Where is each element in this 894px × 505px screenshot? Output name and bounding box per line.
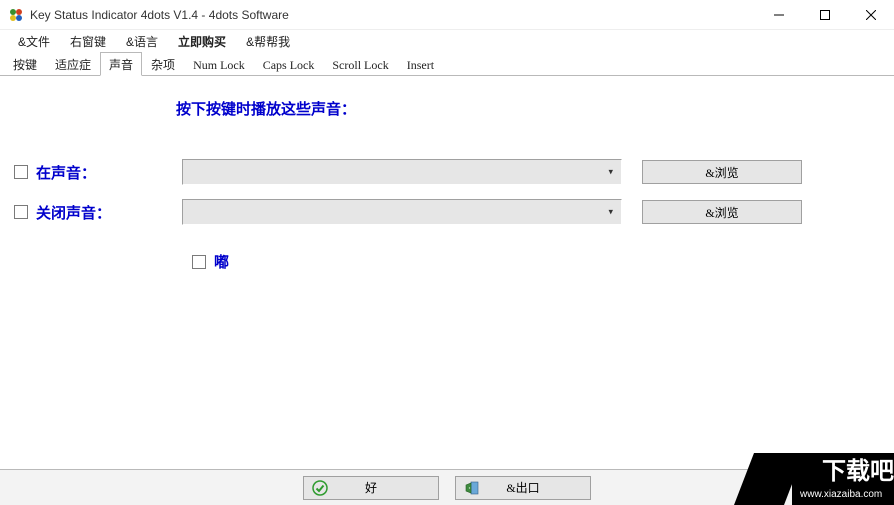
combo-off-sound[interactable]: ▾ (182, 199, 622, 225)
titlebar: Key Status Indicator 4dots V1.4 - 4dots … (0, 0, 894, 30)
app-icon (8, 7, 24, 23)
tab-sound[interactable]: 声音 (100, 52, 142, 76)
browse-label: &浏览 (705, 204, 738, 221)
row-off-sound: 关闭声音： ▾ &浏览 (16, 199, 878, 225)
label-on-sound: 在声音： (36, 162, 176, 183)
tab-insert[interactable]: Insert (398, 54, 443, 75)
tab-pane-sound: 按下按键时播放这些声音： 在声音： ▾ &浏览 关闭声音： ▾ &浏览 嘟 (0, 76, 894, 456)
tabstrip: 按键 适应症 声音 杂项 Num Lock Caps Lock Scroll L… (0, 54, 894, 76)
pane-header: 按下按键时播放这些声音： (176, 98, 878, 119)
menu-buy[interactable]: 立即购买 (170, 31, 234, 52)
exit-button[interactable]: &出口 (455, 476, 591, 500)
tab-adapt[interactable]: 适应症 (46, 52, 100, 75)
chevron-down-icon: ▾ (608, 207, 613, 218)
row-beep: 嘟 (192, 251, 878, 272)
checkbox-beep[interactable] (192, 255, 206, 269)
window-title: Key Status Indicator 4dots V1.4 - 4dots … (30, 8, 756, 22)
menu-help[interactable]: &帮帮我 (238, 31, 298, 52)
menu-rightclick[interactable]: 右窗键 (62, 31, 114, 52)
browse-label: &浏览 (705, 164, 738, 181)
minimize-button[interactable] (756, 0, 802, 30)
menu-file[interactable]: &文件 (10, 31, 58, 52)
label-beep: 嘟 (214, 251, 229, 272)
maximize-button[interactable] (802, 0, 848, 30)
chevron-down-icon: ▾ (608, 167, 613, 178)
check-icon (312, 480, 328, 496)
tab-misc[interactable]: 杂项 (142, 52, 184, 75)
checkbox-off-sound[interactable] (14, 205, 28, 219)
bottom-bar: 好 &出口 (0, 469, 894, 505)
tab-capslock[interactable]: Caps Lock (254, 54, 324, 75)
tab-keys[interactable]: 按键 (4, 52, 46, 75)
menu-language[interactable]: &语言 (118, 31, 166, 52)
browse-on-sound-button[interactable]: &浏览 (642, 160, 802, 184)
combo-on-sound[interactable]: ▾ (182, 159, 622, 185)
browse-off-sound-button[interactable]: &浏览 (642, 200, 802, 224)
label-off-sound: 关闭声音： (36, 202, 176, 223)
tab-numlock[interactable]: Num Lock (184, 54, 254, 75)
row-on-sound: 在声音： ▾ &浏览 (16, 159, 878, 185)
window-controls (756, 0, 894, 29)
tab-scrolllock[interactable]: Scroll Lock (323, 54, 397, 75)
ok-button[interactable]: 好 (303, 476, 439, 500)
exit-icon (464, 480, 480, 496)
checkbox-on-sound[interactable] (14, 165, 28, 179)
menubar: &文件 右窗键 &语言 立即购买 &帮帮我 (0, 30, 894, 54)
close-button[interactable] (848, 0, 894, 30)
